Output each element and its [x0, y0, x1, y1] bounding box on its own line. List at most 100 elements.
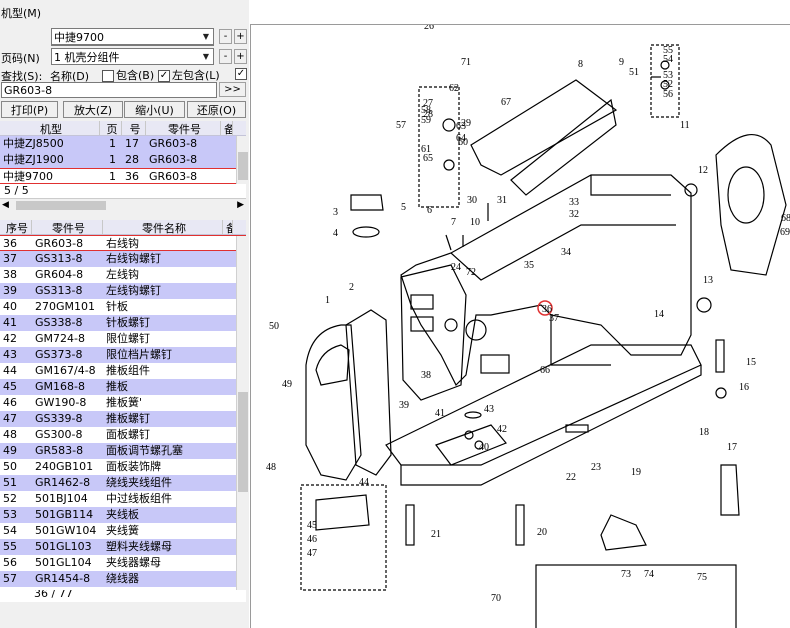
- callout-42[interactable]: 42: [497, 424, 507, 435]
- callout-21[interactable]: 21: [431, 529, 441, 540]
- callout-16[interactable]: 16: [739, 382, 749, 393]
- callout-48[interactable]: 48: [266, 462, 276, 473]
- page-minus-button[interactable]: -: [219, 49, 232, 64]
- print-button[interactable]: 打印(P): [1, 101, 58, 118]
- table-row[interactable]: 41 GS338-8 针板螺钉: [0, 315, 246, 331]
- scrollbar-thumb[interactable]: [16, 201, 106, 210]
- diagram-viewer[interactable]: 1 2 3 4 5 6 7 8 9 10 11 12 13 14 15 16 17 18 19 20 21 22 23 24 2…: [250, 24, 790, 628]
- parts-scrollbar[interactable]: [236, 236, 249, 602]
- table-row[interactable]: 46 GW190-8 推板簧': [0, 395, 246, 411]
- callout-19[interactable]: 19: [631, 467, 641, 478]
- callout-26[interactable]: 26: [424, 25, 434, 32]
- contains-option[interactable]: 包含(B): [102, 67, 154, 83]
- callout-53[interactable]: 53: [663, 70, 673, 81]
- callout-50[interactable]: 50: [269, 321, 279, 332]
- callout-46[interactable]: 46: [307, 534, 317, 545]
- chevron-left-icon[interactable]: ◀: [2, 200, 9, 210]
- callout-23[interactable]: 23: [591, 462, 601, 473]
- table-row[interactable]: 47 GS339-8 推板螺钉: [0, 411, 246, 427]
- table-row[interactable]: 56 501GL104 夹线器螺母: [0, 555, 246, 571]
- callout-10[interactable]: 10: [470, 217, 480, 228]
- table-row[interactable]: 43 GS373-8 限位档片螺钉: [0, 347, 246, 363]
- callout-13[interactable]: 13: [703, 275, 713, 286]
- zoom-out-button[interactable]: 缩小(U): [124, 101, 185, 118]
- callout-70[interactable]: 70: [491, 593, 501, 604]
- table-row[interactable]: 中捷ZJ8500 1 17 GR603-8: [0, 136, 246, 152]
- col-note[interactable]: 备: [221, 121, 233, 135]
- model-minus-button[interactable]: -: [219, 29, 232, 44]
- callout-68[interactable]: 68: [781, 213, 790, 224]
- model-select[interactable]: 中捷9700 ▼: [51, 28, 214, 45]
- callout-18[interactable]: 18: [699, 427, 709, 438]
- callout-5[interactable]: 5: [401, 202, 406, 213]
- callout-40[interactable]: 40: [479, 442, 489, 453]
- callout-39[interactable]: 39: [399, 400, 409, 411]
- callout-12[interactable]: 12: [698, 165, 708, 176]
- callout-33[interactable]: 33: [569, 197, 579, 208]
- callout-45[interactable]: 45: [307, 520, 317, 531]
- table-row[interactable]: 57 GR1454-8 绕线器: [0, 571, 246, 587]
- col-model[interactable]: 机型: [0, 121, 100, 135]
- left-contains-option[interactable]: ✓ 左包含(L): [158, 67, 220, 83]
- table-row[interactable]: 52 501BJ104 中过线板组件: [0, 491, 246, 507]
- callout-55[interactable]: 55: [663, 45, 673, 56]
- table-row[interactable]: 55 501GL103 塑料夹线螺母: [0, 539, 246, 555]
- callout-64[interactable]: 64: [456, 133, 466, 144]
- col-page[interactable]: 页: [100, 121, 122, 135]
- callout-20[interactable]: 20: [537, 527, 547, 538]
- callout-38[interactable]: 38: [421, 370, 431, 381]
- model-plus-button[interactable]: +: [234, 29, 247, 44]
- callout-43[interactable]: 43: [484, 404, 494, 415]
- callout-37[interactable]: 37: [549, 313, 559, 324]
- table-row[interactable]: 44 GM167/4-8 推板组件: [0, 363, 246, 379]
- table-row[interactable]: 53 501GB114 夹线板: [0, 507, 246, 523]
- callout-2[interactable]: 2: [349, 282, 354, 293]
- callout-71[interactable]: 71: [461, 57, 471, 68]
- col-note[interactable]: 备: [223, 220, 233, 234]
- callout-35[interactable]: 35: [524, 260, 534, 271]
- callout-51[interactable]: 51: [629, 67, 639, 78]
- col-seq[interactable]: 序号: [0, 220, 32, 234]
- callout-8[interactable]: 8: [578, 59, 583, 70]
- table-row[interactable]: 39 GS313-8 左线钩螺钉: [0, 283, 246, 299]
- callout-72[interactable]: 72: [466, 267, 476, 278]
- callout-6[interactable]: 6: [427, 205, 432, 216]
- callout-47[interactable]: 47: [307, 548, 317, 559]
- callout-49[interactable]: 49: [282, 379, 292, 390]
- table-row[interactable]: 中捷ZJ1900 1 28 GR603-8: [0, 152, 246, 168]
- table-row[interactable]: 42 GM724-8 限位螺钉: [0, 331, 246, 347]
- callout-24[interactable]: 24: [451, 262, 461, 273]
- col-part-name[interactable]: 零件名称: [103, 220, 223, 234]
- scrollbar-thumb[interactable]: [238, 152, 248, 180]
- callout-4[interactable]: 4: [333, 228, 338, 239]
- col-part-number[interactable]: 零件号: [146, 121, 221, 135]
- table-row[interactable]: 38 GR604-8 左线钩: [0, 267, 246, 283]
- models-hscrollbar[interactable]: ◀ ▶: [0, 198, 246, 212]
- callout-56[interactable]: 56: [663, 89, 673, 100]
- contains-checkbox[interactable]: [102, 70, 114, 82]
- callout-67[interactable]: 67: [501, 97, 511, 108]
- table-row-selected[interactable]: 36 GR603-8 右线钩: [0, 235, 246, 251]
- table-row[interactable]: 51 GR1462-8 绕线夹线组件: [0, 475, 246, 491]
- callout-14[interactable]: 14: [654, 309, 664, 320]
- callout-9[interactable]: 9: [619, 57, 624, 68]
- callout-1[interactable]: 1: [325, 295, 330, 306]
- left-contains-checkbox[interactable]: ✓: [158, 70, 170, 82]
- extra-checkbox[interactable]: ✓: [235, 68, 247, 80]
- callout-11[interactable]: 11: [680, 120, 690, 131]
- table-row[interactable]: 48 GS300-8 面板螺钉: [0, 427, 246, 443]
- search-input[interactable]: GR603-8: [1, 82, 217, 98]
- callout-41[interactable]: 41: [435, 408, 445, 419]
- callout-3[interactable]: 3: [333, 207, 338, 218]
- callout-63[interactable]: 63: [456, 121, 466, 132]
- callout-57[interactable]: 57: [396, 120, 406, 131]
- page-plus-button[interactable]: +: [234, 49, 247, 64]
- chevron-right-icon[interactable]: ▶: [237, 200, 244, 210]
- callout-31[interactable]: 31: [497, 195, 507, 206]
- table-row[interactable]: 45 GM168-8 推板: [0, 379, 246, 395]
- callout-7[interactable]: 7: [451, 217, 456, 228]
- col-number[interactable]: 号: [122, 121, 146, 135]
- table-row[interactable]: 40 270GM101 针板: [0, 299, 246, 315]
- table-row[interactable]: 50 240GB101 面板装饰牌: [0, 459, 246, 475]
- callout-74[interactable]: 74: [644, 569, 654, 580]
